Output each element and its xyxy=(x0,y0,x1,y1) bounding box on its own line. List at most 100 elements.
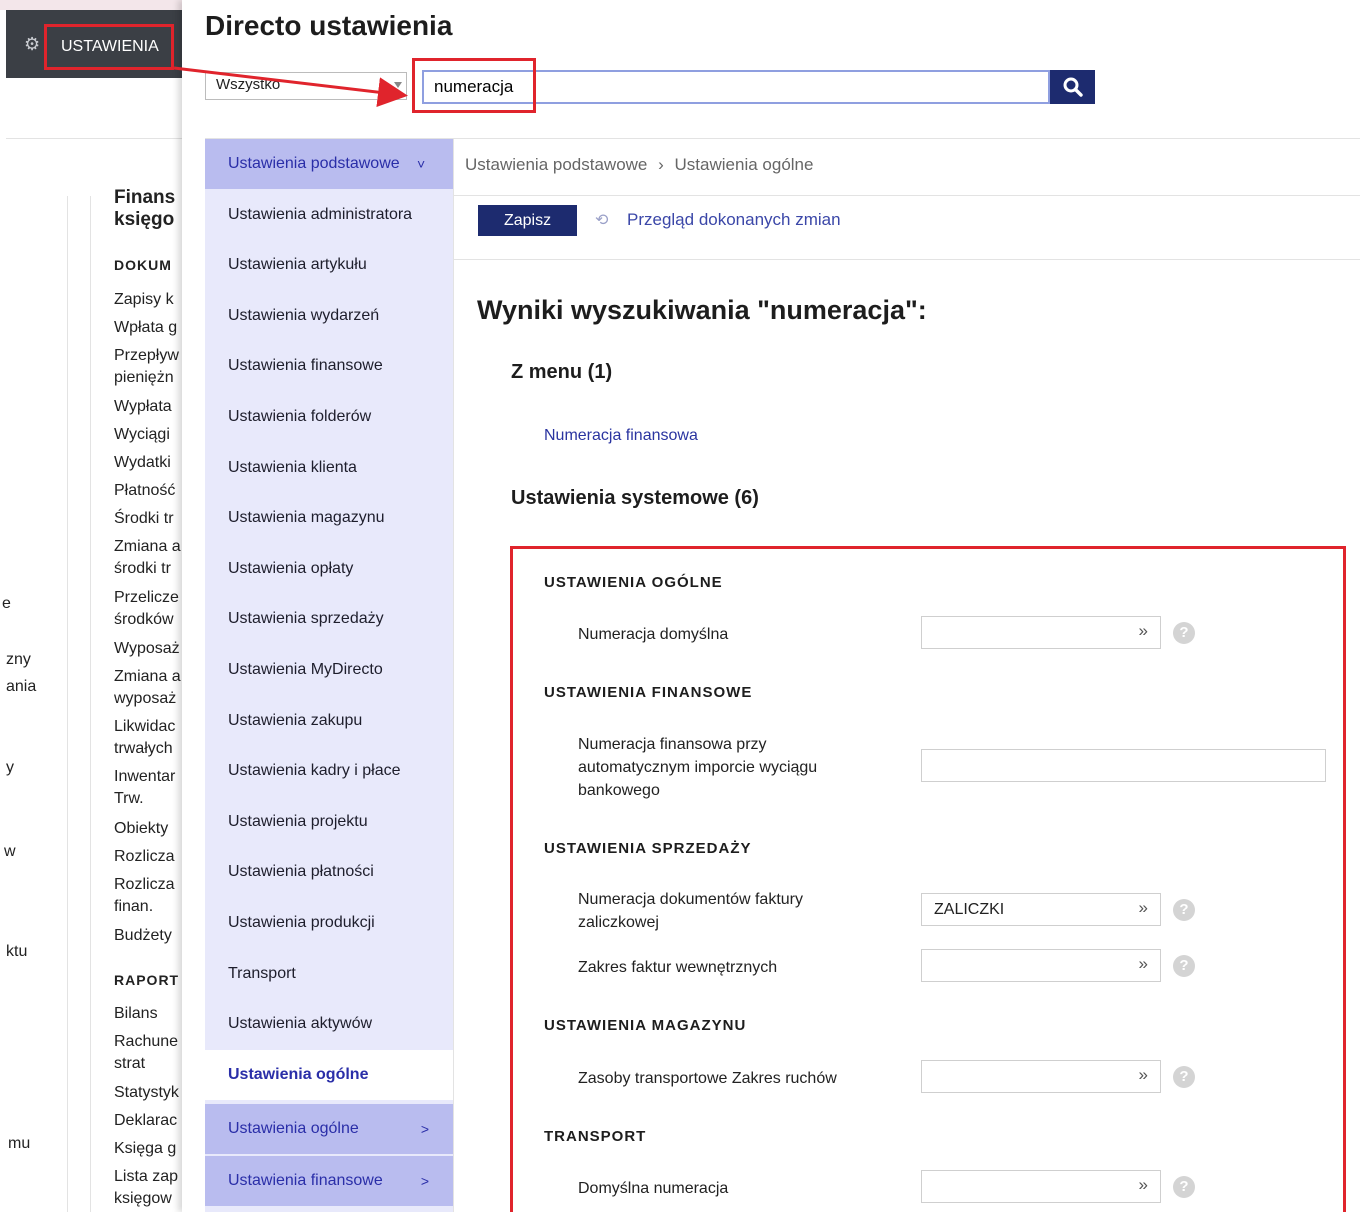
column-border xyxy=(90,196,91,1212)
setting-input[interactable]: » xyxy=(921,1060,1161,1093)
nav-item-label: Ustawienia ogólne xyxy=(228,1065,369,1083)
report-item[interactable]: Rachune xyxy=(114,1033,178,1051)
fragment[interactable]: w xyxy=(4,843,16,861)
fragment[interactable]: ktu xyxy=(6,943,27,961)
nav-item[interactable]: Ustawienia podstawowe ˅ xyxy=(205,139,453,189)
fragment[interactable]: ania xyxy=(6,678,36,696)
menu-item[interactable]: Rozlicza xyxy=(114,876,174,894)
nav-item[interactable]: Ustawienia administratora xyxy=(205,190,453,240)
menu-item[interactable]: Rozlicza xyxy=(114,848,174,866)
menu-item[interactable]: trwałych xyxy=(114,740,173,758)
nav-item[interactable]: Ustawienia artykułu xyxy=(205,240,453,290)
nav-item[interactable]: Ustawienia wydarzeń xyxy=(205,291,453,341)
nav-item[interactable]: Ustawienia produkcji xyxy=(205,898,453,948)
menu-item[interactable]: Budżety xyxy=(114,927,172,945)
nav-item[interactable]: Transport xyxy=(205,949,453,999)
help-icon[interactable]: ? xyxy=(1173,1176,1195,1198)
report-item[interactable]: Lista zap xyxy=(114,1168,178,1186)
menu-item[interactable]: Inwentar xyxy=(114,768,175,786)
nav-item[interactable]: Ustawienia magazynu xyxy=(205,493,453,543)
breadcrumb-separator: › xyxy=(658,155,664,174)
menu-item[interactable]: Przelicze xyxy=(114,589,179,607)
help-icon[interactable]: ? xyxy=(1173,622,1195,644)
nav-item[interactable]: Ustawienia MyDirecto xyxy=(205,645,453,695)
menu-item[interactable]: Wypłata xyxy=(114,398,172,416)
menu-item[interactable]: Zapisy k xyxy=(114,291,174,309)
picker-icon[interactable]: » xyxy=(1139,1059,1148,1090)
column-border xyxy=(67,196,68,1212)
menu-item[interactable]: Obiekty xyxy=(114,820,168,838)
nav-item[interactable]: Ustawienia klienta xyxy=(205,443,453,493)
menu-item[interactable]: Wydatki xyxy=(114,454,171,472)
menu-item[interactable]: Wpłata g xyxy=(114,319,177,337)
report-item[interactable]: Księga g xyxy=(114,1140,176,1158)
scope-select[interactable]: Wszystko xyxy=(205,72,407,100)
picker-icon[interactable]: » xyxy=(1139,615,1148,646)
fragment: e xyxy=(2,595,11,612)
picker-icon[interactable]: » xyxy=(1139,892,1148,923)
nav-item[interactable]: Ustawienia sprzedaży xyxy=(205,594,453,644)
report-item[interactable]: Bilans xyxy=(114,1005,158,1023)
nav-item[interactable]: Ustawienia ogólne xyxy=(205,1049,453,1100)
report-item[interactable]: Statystyk xyxy=(114,1084,179,1102)
fragment[interactable]: y xyxy=(6,759,14,777)
save-button[interactable]: Zapisz xyxy=(478,205,577,236)
nav-item-label: Ustawienia ogólne xyxy=(228,1120,359,1137)
menu-item[interactable]: Likwidac xyxy=(114,718,175,736)
menu-item[interactable]: Zmiana a xyxy=(114,668,181,686)
settings-search-input[interactable] xyxy=(422,70,1050,104)
nav-item[interactable]: Ustawienia folderów xyxy=(205,392,453,442)
nav-item[interactable]: Ustawienia płatności xyxy=(205,847,453,897)
menu-section-title: RAPORT xyxy=(114,972,180,988)
nav-item-label: Ustawienia artykułu xyxy=(228,256,367,274)
nav-item[interactable]: Ustawienia finansowe > xyxy=(205,1156,453,1206)
fragment[interactable]: mu xyxy=(8,1135,30,1153)
nav-item[interactable]: Ustawienia finansowe xyxy=(205,341,453,391)
menu-item[interactable]: Wyposaż xyxy=(114,640,180,658)
menu-item[interactable]: Płatność xyxy=(114,482,175,500)
setting-input[interactable]: » xyxy=(921,949,1161,982)
nav-item[interactable]: Ustawienia opłaty xyxy=(205,544,453,594)
nav-item[interactable]: Ustawienia kadry i płace xyxy=(205,746,453,796)
menu-item[interactable]: środki tr xyxy=(114,560,171,578)
nav-item[interactable]: Ustawienia aktywów xyxy=(205,999,453,1049)
picker-icon[interactable]: » xyxy=(1139,948,1148,979)
menu-item[interactable]: Wyciągi xyxy=(114,426,170,444)
menu-item[interactable]: Zmiana a xyxy=(114,538,181,556)
settings-nav: Ustawienia podstawowe ˅ Ustawienia adminis… xyxy=(205,139,453,1212)
setting-input[interactable]: » xyxy=(921,1170,1161,1203)
setting-input[interactable]: » xyxy=(921,616,1161,649)
search-button[interactable] xyxy=(1050,70,1095,104)
help-icon[interactable]: ? xyxy=(1173,955,1195,977)
setting-label: Numeracja dokumentów faktury zaliczkowej xyxy=(578,891,803,931)
breadcrumb-item[interactable]: Ustawienia podstawowe xyxy=(465,155,647,174)
report-item[interactable]: księgow xyxy=(114,1190,172,1208)
help-icon[interactable]: ? xyxy=(1173,899,1195,921)
menu-result-link[interactable]: Numeracja finansowa xyxy=(544,427,698,445)
nav-item[interactable]: Ustawienia projektu xyxy=(205,797,453,847)
menu-item[interactable]: wyposaż xyxy=(114,690,176,708)
menu-item[interactable]: pieniężn xyxy=(114,369,174,387)
nav-item[interactable]: Ustawienia zakupu xyxy=(205,696,453,746)
report-item[interactable]: Deklarac xyxy=(114,1112,177,1130)
change-history-link[interactable]: Przegląd dokonanych zmian xyxy=(627,210,841,230)
setting-input[interactable]: ZALICZKI » xyxy=(921,893,1161,926)
help-icon[interactable]: ? xyxy=(1173,1066,1195,1088)
menu-item[interactable]: środków xyxy=(114,611,174,629)
menu-item[interactable]: Trw. xyxy=(114,790,144,808)
setting-label: Numeracja finansowa przy automatycznym i… xyxy=(578,736,818,799)
menu-item[interactable]: Środki tr xyxy=(114,510,174,528)
menu-item[interactable]: finan. xyxy=(114,898,153,916)
report-item[interactable]: strat xyxy=(114,1055,145,1073)
nav-item-label: Ustawienia opłaty xyxy=(228,559,354,577)
picker-icon[interactable]: » xyxy=(1139,1169,1148,1200)
fragment[interactable]: zny xyxy=(6,651,31,669)
setting-input[interactable] xyxy=(921,749,1326,782)
nav-item[interactable]: Ustawienia ogólne > xyxy=(205,1104,453,1154)
chevron-right-icon: > xyxy=(420,1121,429,1137)
nav-item-label: Ustawienia wydarzeń xyxy=(228,306,380,324)
settings-group-title: TRANSPORT xyxy=(544,1128,647,1145)
menu-item[interactable]: Przepływ xyxy=(114,347,179,365)
dropdown-arrow-icon xyxy=(394,82,402,88)
divider xyxy=(454,195,1360,196)
